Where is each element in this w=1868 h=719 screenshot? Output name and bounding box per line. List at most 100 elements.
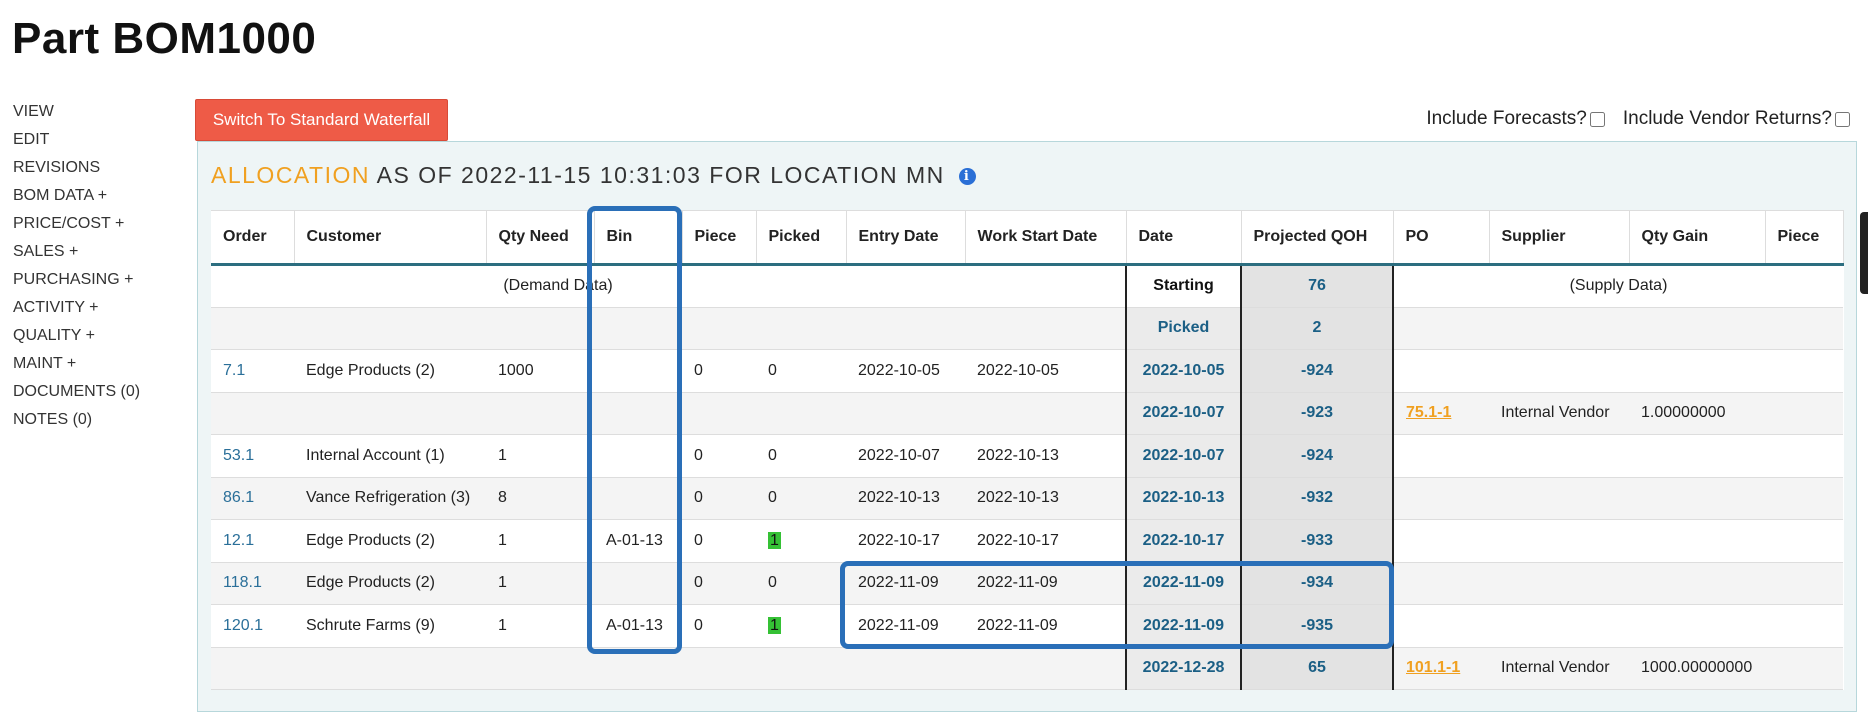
nav-sales[interactable]: SALES + <box>13 238 140 266</box>
cell-entry-date: 2022-10-17 <box>846 519 965 563</box>
cell-qoh: -935 <box>1240 604 1394 648</box>
column-header-work-start-date[interactable]: Work Start Date <box>965 210 1127 266</box>
column-header-qty-gain[interactable]: Qty Gain <box>1629 210 1766 266</box>
cell-po <box>1393 349 1489 393</box>
nav-edit[interactable]: EDIT <box>13 126 140 154</box>
table-header-row: Order Customer Qty Need Bin Piece Picked Entry… <box>211 210 1844 266</box>
cell-order: 7.1 <box>211 349 294 393</box>
cell-picked <box>756 392 846 435</box>
cell-work-start <box>965 392 1126 435</box>
cell-customer: Edge Products (2) <box>294 349 486 393</box>
cell-qoh: -924 <box>1240 349 1394 393</box>
column-header-piece[interactable]: Piece <box>1765 210 1844 266</box>
nav-bom-data[interactable]: BOM DATA + <box>13 182 140 210</box>
column-header-picked[interactable]: Picked <box>756 210 847 266</box>
cell-date: 2022-11-09 <box>1125 562 1241 605</box>
column-header-po[interactable]: PO <box>1393 210 1490 266</box>
cell-bin <box>594 349 682 393</box>
cell-piece: 0 <box>682 519 756 563</box>
cell-order: 118.1 <box>211 562 294 605</box>
cell-entry-date <box>846 647 965 690</box>
order-link[interactable]: 86.1 <box>223 489 254 506</box>
column-header-customer[interactable]: Customer <box>294 210 487 266</box>
include-forecasts-option[interactable]: Include Forecasts? <box>1426 108 1605 130</box>
include-forecasts-label: Include Forecasts? <box>1426 108 1587 129</box>
nav-notes[interactable]: NOTES (0) <box>13 406 140 434</box>
cell-order: 86.1 <box>211 477 294 520</box>
cell-po: 101.1-1 <box>1393 647 1489 690</box>
cell-po <box>1393 562 1489 605</box>
cell-entry-date: 2022-10-05 <box>846 349 965 393</box>
cell-qoh: -934 <box>1240 562 1394 605</box>
cell-order <box>211 647 294 690</box>
cell-work-start: 2022-11-09 <box>965 604 1126 648</box>
cell-qoh: -924 <box>1240 434 1394 478</box>
cell-po: 75.1-1 <box>1393 392 1489 435</box>
cell-qty-gain: 1.00000000 <box>1629 392 1765 435</box>
po-link[interactable]: 101.1-1 <box>1406 659 1460 676</box>
nav-purchasing[interactable]: PURCHASING + <box>13 266 140 294</box>
table-row: 2022-10-07 -923 75.1-1 Internal Vendor 1.000… <box>211 392 1843 435</box>
nav-activity[interactable]: ACTIVITY + <box>13 294 140 322</box>
picked-qoh: 2 <box>1240 307 1394 350</box>
column-header-piece[interactable]: Piece <box>682 210 757 266</box>
order-link[interactable]: 118.1 <box>223 574 262 591</box>
include-forecasts-checkbox[interactable] <box>1589 111 1605 127</box>
table-row: 120.1 Schrute Farms (9) 1 A-01-13 0 1 2022-11-… <box>211 604 1843 648</box>
options-bar: Include Forecasts? Include Vendor Return… <box>1426 108 1850 130</box>
cell-customer: Edge Products (2) <box>294 519 486 563</box>
cell-po <box>1393 434 1489 478</box>
starting-row: (Demand Data) Starting 76 (Supply Data) <box>211 264 1843 308</box>
include-vendor-returns-option[interactable]: Include Vendor Returns? <box>1623 108 1850 130</box>
column-header-entry-date[interactable]: Entry Date <box>846 210 966 266</box>
column-header-supplier[interactable]: Supplier <box>1489 210 1630 266</box>
cell-piece2 <box>1765 647 1843 690</box>
cell-qty-need: 8 <box>486 477 594 520</box>
nav-price-cost[interactable]: PRICE/COST + <box>13 210 140 238</box>
scroll-handle[interactable] <box>1860 212 1868 294</box>
order-link[interactable]: 12.1 <box>223 532 254 549</box>
cell-order: 12.1 <box>211 519 294 563</box>
cell-work-start: 2022-11-09 <box>965 562 1126 605</box>
cell-order <box>211 392 294 435</box>
cell-order: 120.1 <box>211 604 294 648</box>
include-vendor-returns-checkbox[interactable] <box>1835 111 1850 127</box>
demand-data-note: (Demand Data) <box>211 264 1126 308</box>
column-header-order[interactable]: Order <box>211 210 295 266</box>
cell-entry-date <box>846 392 965 435</box>
cell-customer <box>294 392 486 435</box>
cell-qoh: -932 <box>1240 477 1394 520</box>
order-link[interactable]: 53.1 <box>223 447 254 464</box>
column-header-date[interactable]: Date <box>1126 210 1242 266</box>
cell-supplier: Internal Vendor <box>1489 392 1629 435</box>
cell-qty-need: 1000 <box>486 349 594 393</box>
cell-bin <box>594 392 682 435</box>
switch-waterfall-button[interactable]: Switch To Standard Waterfall <box>195 99 448 141</box>
nav-quality[interactable]: QUALITY + <box>13 322 140 350</box>
cell-piece2 <box>1765 562 1843 605</box>
column-header-projected-qoh[interactable]: Projected QOH <box>1241 210 1394 266</box>
nav-maint[interactable]: MAINT + <box>13 350 140 378</box>
order-link[interactable]: 7.1 <box>223 362 245 379</box>
picked-badge: 1 <box>768 616 781 634</box>
cell-supplier <box>1489 349 1629 393</box>
cell-qty-gain <box>1629 349 1765 393</box>
cell-piece: 0 <box>682 604 756 648</box>
cell-supplier <box>1489 434 1629 478</box>
cell-bin <box>594 647 682 690</box>
column-header-bin[interactable]: Bin <box>594 210 683 266</box>
column-header-qty-need[interactable]: Qty Need <box>486 210 595 266</box>
cell-picked: 0 <box>756 477 846 520</box>
cell-entry-date: 2022-10-07 <box>846 434 965 478</box>
nav-view[interactable]: VIEW <box>13 98 140 126</box>
po-link[interactable]: 75.1-1 <box>1406 404 1451 421</box>
cell-piece2 <box>1765 434 1843 478</box>
allocation-title-rest: AS OF 2022-11-15 10:31:03 FOR LOCATION M… <box>376 162 945 188</box>
allocation-table: Order Customer Qty Need Bin Piece Picked Entry… <box>211 210 1844 690</box>
cell-picked: 1 <box>756 604 846 648</box>
nav-revisions[interactable]: REVISIONS <box>13 154 140 182</box>
info-icon[interactable]: i <box>958 168 976 185</box>
nav-documents[interactable]: DOCUMENTS (0) <box>13 378 140 406</box>
order-link[interactable]: 120.1 <box>223 617 263 634</box>
picked-badge: 1 <box>768 531 781 549</box>
